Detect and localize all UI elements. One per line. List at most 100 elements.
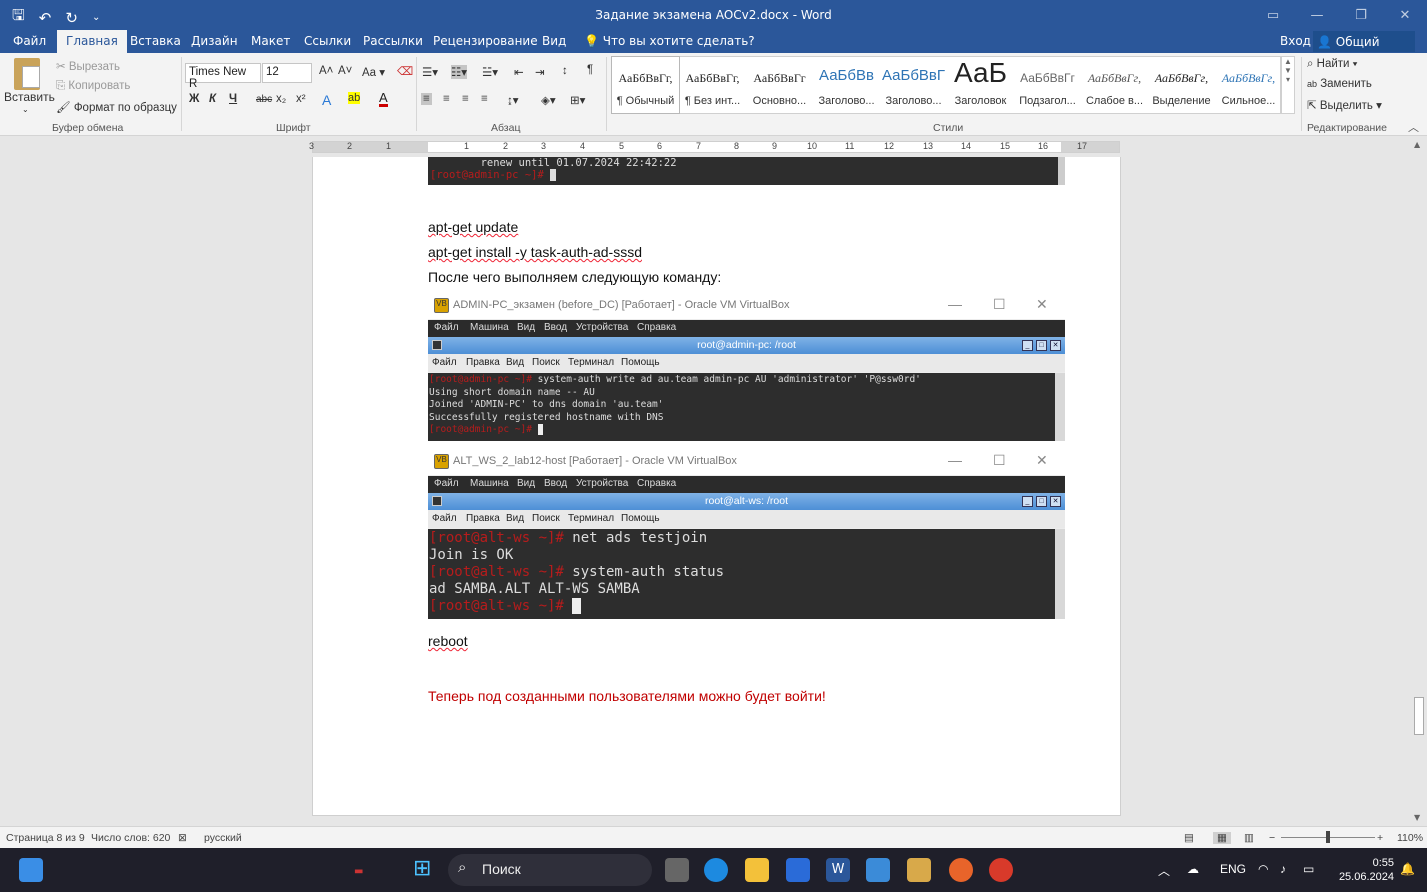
tab-mailings[interactable]: Рассылки bbox=[363, 34, 423, 48]
tab-review[interactable]: Рецензирование bbox=[433, 34, 538, 48]
justify-icon[interactable]: ≡ bbox=[481, 93, 488, 105]
input-language[interactable]: ENG bbox=[1220, 862, 1246, 876]
chevron-up-icon[interactable]: ︿ bbox=[1158, 862, 1170, 879]
notifications-icon[interactable]: 🔔 bbox=[1400, 862, 1415, 876]
highlight-icon[interactable]: ab bbox=[348, 92, 361, 104]
tab-view[interactable]: Вид bbox=[542, 34, 566, 48]
cut-button[interactable]: ✂ Вырезать bbox=[56, 59, 120, 73]
replace-button[interactable]: ab Заменить bbox=[1307, 78, 1372, 90]
volume-icon[interactable]: ♪ bbox=[1280, 862, 1286, 876]
select-button[interactable]: ⇱ Выделить ▾ bbox=[1307, 98, 1382, 112]
ribbon-display-icon[interactable]: ▭ bbox=[1251, 0, 1295, 30]
tab-layout[interactable]: Макет bbox=[251, 34, 290, 48]
bold-button[interactable]: Ж bbox=[189, 93, 199, 105]
app-icon[interactable] bbox=[907, 858, 931, 882]
align-right-icon[interactable]: ≡ bbox=[462, 93, 469, 105]
close-icon[interactable]: ✕ bbox=[1383, 0, 1427, 30]
style-heading-1[interactable]: АаБбВв Заголово... bbox=[813, 57, 880, 113]
bullets-icon[interactable]: ☰▾ bbox=[422, 65, 438, 79]
pilcrow-icon[interactable]: ¶ bbox=[587, 64, 593, 76]
wifi-icon[interactable]: ◠ bbox=[1258, 862, 1268, 876]
clear-format-icon[interactable]: ⌫ bbox=[397, 64, 413, 78]
align-center-icon[interactable]: ≡ bbox=[443, 93, 450, 105]
zoom-out-icon[interactable]: − bbox=[1269, 832, 1275, 844]
share-button[interactable]: 👤 Общий доступ bbox=[1313, 31, 1415, 63]
tab-references[interactable]: Ссылки bbox=[304, 34, 351, 48]
web-layout-icon[interactable]: ▥ bbox=[1244, 832, 1254, 844]
sign-in-link[interactable]: Вход bbox=[1280, 34, 1311, 48]
style-title[interactable]: АаБ Заголовок bbox=[947, 57, 1014, 113]
change-case-icon[interactable]: Aa ▾ bbox=[362, 65, 385, 79]
style-no-spacing[interactable]: АаБбВвГг, ¶ Без инт... bbox=[679, 57, 746, 113]
print-layout-icon[interactable]: ▦ bbox=[1213, 832, 1231, 844]
font-name-combo[interactable]: Times New R bbox=[185, 63, 261, 90]
tab-home[interactable]: Главная bbox=[57, 30, 127, 53]
tab-file[interactable]: Файл bbox=[13, 34, 46, 48]
underline-button[interactable]: Ч bbox=[229, 93, 237, 105]
collapse-ribbon-icon[interactable]: ︿ bbox=[1408, 119, 1419, 135]
word-count[interactable]: Число слов: 620 bbox=[91, 832, 170, 844]
store-icon[interactable] bbox=[786, 858, 810, 882]
zoom-slider-thumb[interactable] bbox=[1326, 831, 1330, 843]
style-intense-emphasis[interactable]: АаБбВвГг, Сильное... bbox=[1215, 57, 1282, 113]
taskbar-search[interactable]: ⌕ Поиск bbox=[448, 854, 652, 886]
chevron-down-icon[interactable]: ⌄ bbox=[22, 105, 29, 114]
app-icon[interactable] bbox=[989, 858, 1013, 882]
minimize-icon[interactable]: — bbox=[1295, 0, 1339, 30]
increase-indent-icon[interactable]: ⇥ bbox=[535, 65, 545, 79]
tab-design[interactable]: Дизайн bbox=[191, 34, 238, 48]
shading-icon[interactable]: ◈▾ bbox=[541, 93, 556, 107]
decrease-indent-icon[interactable]: ⇤ bbox=[514, 65, 524, 79]
format-painter-button[interactable]: 🖌 Формат по образцу bbox=[56, 100, 177, 114]
font-size-combo[interactable]: 12 bbox=[262, 63, 312, 83]
page-counter[interactable]: Страница 8 из 9 bbox=[6, 832, 85, 844]
font-color-icon[interactable]: A bbox=[379, 91, 388, 107]
scroll-up-icon[interactable]: ▲ bbox=[1414, 140, 1420, 149]
proofing-icon[interactable]: ⊠ bbox=[178, 832, 187, 844]
zoom-level[interactable]: 110% bbox=[1397, 832, 1423, 844]
paste-icon[interactable] bbox=[14, 58, 40, 90]
file-explorer-icon[interactable] bbox=[745, 858, 769, 882]
italic-button[interactable]: К bbox=[209, 93, 216, 105]
subscript-icon[interactable]: x₂ bbox=[276, 93, 286, 105]
styles-scroll[interactable]: ▲ ▼ ▾ bbox=[1281, 56, 1295, 114]
grow-font-icon[interactable]: A˄ bbox=[319, 65, 333, 77]
firefox-icon[interactable] bbox=[949, 858, 973, 882]
edge-browser-icon[interactable] bbox=[704, 858, 728, 882]
tell-me-search[interactable]: 💡 Что вы хотите сделать? bbox=[584, 34, 755, 48]
tab-insert[interactable]: Вставка bbox=[130, 34, 181, 48]
borders-icon[interactable]: ⊞▾ bbox=[570, 93, 585, 107]
vertical-scrollbar[interactable]: ▲ ▼ bbox=[1411, 137, 1427, 826]
zoom-in-icon[interactable]: + bbox=[1377, 832, 1383, 844]
scroll-down-icon[interactable]: ▼ bbox=[1414, 813, 1420, 822]
style-emphasis[interactable]: АаБбВвГг, Выделение bbox=[1148, 57, 1215, 113]
numbering-icon[interactable]: ☷▾ bbox=[451, 65, 468, 79]
task-view-icon[interactable] bbox=[19, 858, 43, 882]
paste-button[interactable]: Вставить bbox=[4, 90, 55, 104]
tray-app-icon[interactable]: ▬ bbox=[354, 866, 363, 877]
strikethrough-button[interactable]: abc bbox=[256, 94, 272, 105]
find-button[interactable]: ⌕ Найти ▾ bbox=[1307, 58, 1358, 71]
language-indicator[interactable]: русский bbox=[204, 832, 242, 844]
task-view-app-icon[interactable] bbox=[665, 858, 689, 882]
restore-icon[interactable]: ❐ bbox=[1339, 0, 1383, 30]
shrink-font-icon[interactable]: A˅ bbox=[338, 65, 352, 77]
clock[interactable]: 0:55 25.06.2024 bbox=[1330, 856, 1394, 884]
copy-button[interactable]: ⎘ Копировать bbox=[56, 80, 130, 93]
virtualbox-taskbar-icon[interactable] bbox=[866, 858, 890, 882]
read-mode-icon[interactable]: ▤ bbox=[1184, 832, 1194, 844]
document-page[interactable]: renew until 01.07.2024 22:42:22 [root@ad… bbox=[312, 157, 1121, 816]
horizontal-ruler[interactable]: 3 2 1 1 2 3 4 5 6 7 8 9 10 11 12 13 14 1… bbox=[309, 141, 1120, 153]
style-normal[interactable]: АаБбВвГг, ¶ Обычный bbox=[611, 56, 680, 114]
word-app-icon[interactable]: W bbox=[826, 858, 850, 882]
style-subtitle[interactable]: АаБбВвГг Подзагол... bbox=[1014, 57, 1081, 113]
style-heading-2[interactable]: АаБбВвГ Заголово... bbox=[880, 57, 947, 113]
windows-start-icon[interactable]: ⊞ bbox=[413, 856, 437, 881]
style-subtle-emphasis[interactable]: АаБбВвГг, Слабое в... bbox=[1081, 57, 1148, 113]
line-spacing-icon[interactable]: ↨▾ bbox=[507, 93, 519, 107]
text-effects-icon[interactable]: A bbox=[322, 92, 331, 108]
superscript-icon[interactable]: x² bbox=[296, 93, 306, 105]
scroll-thumb[interactable] bbox=[1414, 697, 1424, 735]
style-body[interactable]: АаБбВвГг Основно... bbox=[746, 57, 813, 113]
multilevel-list-icon[interactable]: ☱▾ bbox=[482, 65, 498, 79]
